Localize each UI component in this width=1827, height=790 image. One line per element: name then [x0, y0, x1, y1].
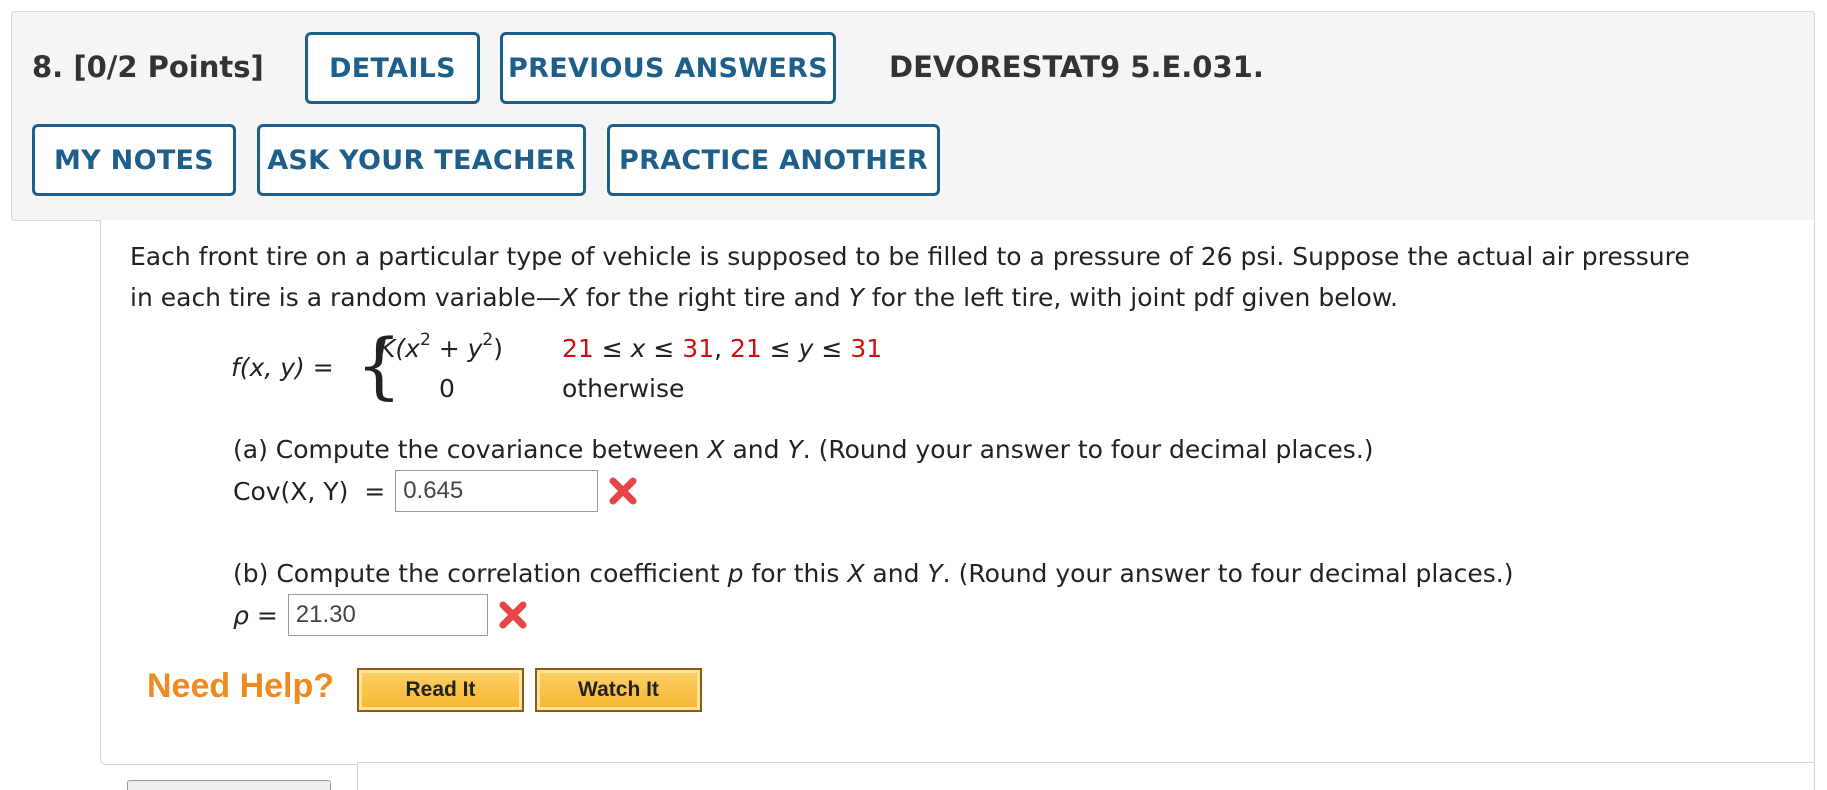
incorrect-x-icon [609, 477, 637, 505]
my-notes-button[interactable]: MY NOTES [32, 124, 236, 196]
formula-case-1: K(x2 + y2) [379, 330, 504, 364]
question-code: DEVORESTAT9 5.E.031. [889, 50, 1264, 84]
question-text: Each front tire on a particular type of … [130, 236, 1790, 318]
practice-another-button[interactable]: PRACTICE ANOTHER [607, 124, 940, 196]
question-line-2: in each tire is a random variable—X for … [130, 283, 1398, 312]
part-b-answer-row: ρ = 21.30 [233, 594, 530, 636]
details-button[interactable]: DETAILS [305, 32, 480, 104]
formula-condition-range: 21 ≤ x ≤ 31, 21 ≤ y ≤ 31 [562, 334, 883, 363]
part-a-prompt: (a) Compute the covariance between X and… [233, 435, 1374, 464]
part-b-prompt: (b) Compute the correlation coefficient … [233, 559, 1514, 588]
bottom-panel [357, 762, 1815, 790]
part-a-answer-row: Cov(X, Y) = 0.645 [233, 470, 640, 512]
ask-your-teacher-button[interactable]: ASK YOUR TEACHER [257, 124, 586, 196]
formula-lhs: f(x, y) = [231, 353, 334, 382]
question-line-1: Each front tire on a particular type of … [130, 242, 1690, 271]
previous-answers-button[interactable]: PREVIOUS ANSWERS [500, 32, 836, 104]
watch-it-button[interactable]: Watch It [535, 668, 702, 712]
submit-answer-button[interactable] [127, 780, 331, 790]
question-number: 8. [32, 50, 64, 84]
formula-case-0: 0 [439, 374, 455, 403]
question-number-points: 8. [0/2 Points] [32, 50, 264, 84]
cov-answer-input[interactable]: 0.645 [395, 470, 599, 512]
read-it-button[interactable]: Read It [357, 668, 524, 712]
joint-pdf-formula: f(x, y) = { K(x2 + y2) 0 21 ≤ x ≤ 31, 21… [231, 323, 931, 410]
need-help-label: Need Help? [147, 667, 335, 705]
question-points: [0/2 Points] [73, 50, 264, 84]
formula-condition-otherwise: otherwise [562, 374, 685, 403]
rho-label: ρ = [233, 600, 278, 630]
incorrect-x-icon [499, 601, 527, 629]
rho-answer-input[interactable]: 21.30 [287, 594, 488, 636]
cov-label: Cov(X, Y) = [233, 476, 386, 506]
